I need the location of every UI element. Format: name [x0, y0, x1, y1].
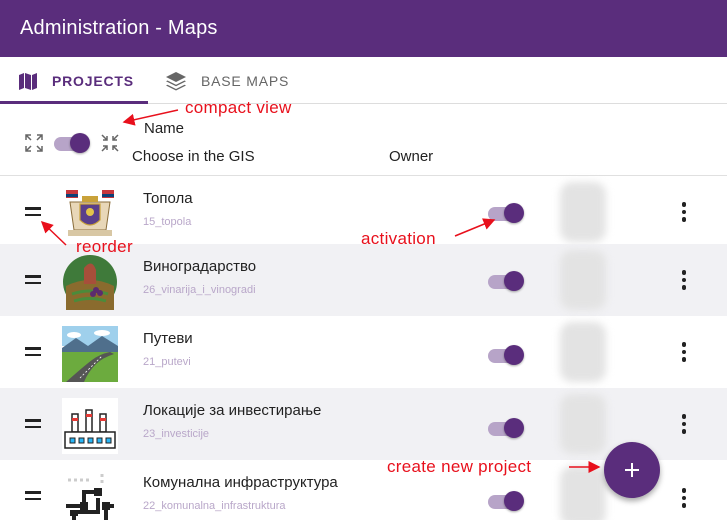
project-name[interactable]: Виноградарство: [143, 258, 256, 275]
activation-toggle[interactable]: [488, 344, 524, 365]
drag-handle-icon[interactable]: [25, 419, 41, 429]
column-name-header[interactable]: Name: [144, 120, 184, 137]
activation-toggle[interactable]: [488, 270, 524, 291]
project-name[interactable]: Локације за инвестирање: [143, 402, 321, 419]
more-options-icon[interactable]: [680, 414, 688, 436]
compact-view-toggle[interactable]: [54, 132, 90, 153]
owner-avatar: [560, 466, 606, 520]
tab-projects[interactable]: PROJECTS: [18, 57, 134, 104]
activation-toggle[interactable]: [488, 202, 524, 223]
expand-icon[interactable]: [25, 134, 43, 152]
project-thumbnail: [62, 398, 118, 454]
owner-avatar: [560, 322, 606, 382]
owner-avatar: [560, 394, 606, 454]
tab-base-maps-label: BASE MAPS: [201, 72, 290, 89]
table-row: Путеви 21_putevi: [0, 316, 727, 388]
activation-toggle[interactable]: [488, 490, 524, 511]
tab-projects-label: PROJECTS: [52, 72, 134, 89]
page-title: Administration - Maps: [20, 17, 218, 39]
column-owner-header[interactable]: Owner: [389, 148, 433, 165]
annotation-create-new-project: create new project: [387, 457, 532, 476]
active-tab-indicator: [0, 101, 148, 104]
project-name[interactable]: Топола: [143, 190, 193, 207]
project-name[interactable]: Путеви: [143, 330, 193, 347]
project-code: 23_investicije: [143, 428, 210, 440]
project-code: 22_komunalna_infrastruktura: [143, 500, 286, 512]
more-options-icon[interactable]: [680, 270, 688, 292]
annotation-compact-view: compact view: [185, 98, 292, 117]
project-code: 26_vinarija_i_vinogradi: [143, 284, 256, 296]
annotation-activation: activation: [361, 229, 436, 248]
project-thumbnail: [62, 186, 118, 242]
table-header: Name Choose in the GIS Owner: [0, 105, 727, 176]
drag-handle-icon[interactable]: [25, 491, 41, 501]
map-icon: [19, 72, 37, 90]
column-choose-header: Choose in the GIS: [132, 148, 255, 165]
compress-icon[interactable]: [101, 134, 119, 152]
add-project-button[interactable]: [604, 442, 660, 498]
owner-avatar: [560, 250, 606, 310]
annotation-reorder: reorder: [76, 237, 133, 256]
project-code: 21_putevi: [143, 356, 191, 368]
project-thumbnail: [62, 326, 118, 382]
project-thumbnail: [62, 470, 118, 520]
tab-base-maps[interactable]: BASE MAPS: [165, 57, 289, 104]
more-options-icon[interactable]: [680, 488, 688, 510]
drag-handle-icon[interactable]: [25, 207, 41, 217]
more-options-icon[interactable]: [680, 342, 688, 364]
project-thumbnail: [62, 254, 118, 310]
more-options-icon[interactable]: [680, 202, 688, 224]
drag-handle-icon[interactable]: [25, 275, 41, 285]
activation-toggle[interactable]: [488, 417, 524, 438]
project-code: 15_topola: [143, 216, 192, 228]
owner-avatar: [560, 182, 606, 242]
app-bar: Administration - Maps: [0, 0, 727, 57]
tab-bar: PROJECTS BASE MAPS: [0, 57, 727, 104]
layers-icon: [166, 71, 186, 90]
drag-handle-icon[interactable]: [25, 347, 41, 357]
project-name[interactable]: Комунална инфраструктура: [143, 474, 338, 491]
